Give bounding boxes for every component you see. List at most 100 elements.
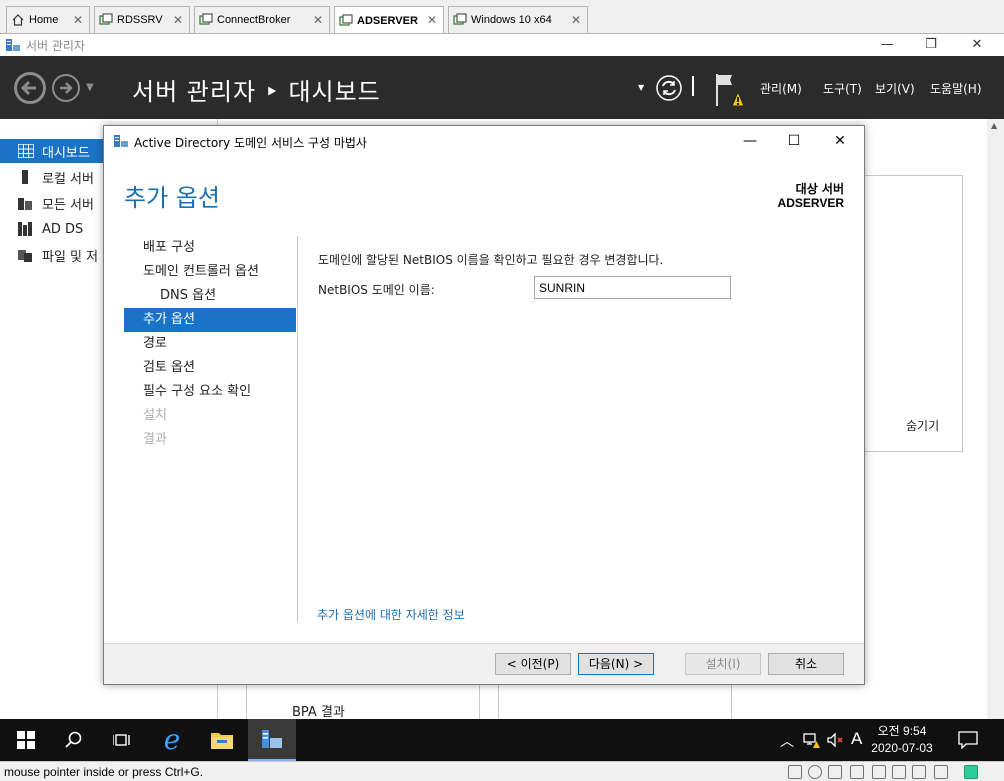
previous-button[interactable]: < 이전(P) (495, 653, 571, 675)
hide-link[interactable]: 숨기기 (906, 417, 939, 434)
netbios-domain-input[interactable] (534, 276, 731, 299)
target-server-value: ADSERVER (777, 196, 844, 210)
refresh-icon[interactable] (655, 74, 683, 105)
wizard-footer: < 이전(P) 다음(N) > 설치(I) 취소 (104, 643, 864, 684)
windows-logo-icon (17, 731, 35, 749)
cdrom-status-icon[interactable] (808, 765, 822, 779)
vertical-scrollbar[interactable]: ▲ (987, 119, 1004, 719)
wizard-step-deployment[interactable]: 배포 구성 (124, 236, 296, 260)
clock[interactable]: 오전 9:54 2020-07-03 (864, 723, 940, 757)
hard-disk-status-icon[interactable] (788, 765, 802, 779)
volume-muted-icon[interactable] (827, 731, 845, 752)
more-info-link[interactable]: 추가 옵션에 대한 자세한 정보 (317, 606, 465, 623)
close-icon[interactable]: ✕ (571, 13, 581, 27)
wizard-close-button[interactable]: ✕ (820, 130, 860, 152)
scroll-up-icon[interactable]: ▲ (991, 121, 997, 130)
vm-tab-connectbroker[interactable]: ConnectBroker ✕ (194, 6, 330, 33)
target-server-label: 대상 서버 (795, 182, 844, 196)
message-status-icon[interactable] (964, 765, 978, 779)
home-icon (11, 13, 25, 27)
nav-item-label: 모든 서버 (42, 197, 94, 213)
start-button[interactable] (2, 719, 50, 761)
vm-tab-adserver[interactable]: ADSERVER ✕ (334, 6, 444, 34)
wizard-app-icon (113, 133, 129, 152)
vm-status-bar: mouse pointer inside or press Ctrl+G. (0, 761, 1004, 781)
menu-manage[interactable]: 관리(M) (760, 80, 802, 97)
server-manager-taskbar-icon[interactable] (248, 719, 296, 761)
wizard-maximize-button[interactable]: ☐ (774, 130, 814, 152)
task-view-icon[interactable] (98, 719, 146, 761)
vm-tab-home[interactable]: Home ✕ (6, 6, 90, 33)
nav-item-label: 파일 및 저 (42, 249, 99, 265)
vm-tab-label: ConnectBroker (217, 14, 291, 26)
close-icon[interactable]: ✕ (427, 13, 437, 27)
vm-tab-windows10[interactable]: Windows 10 x64 ✕ (448, 6, 588, 33)
close-icon[interactable]: ✕ (313, 13, 323, 27)
wizard-step-additional-options[interactable]: 추가 옵션 (124, 308, 296, 332)
tray-chevron-up-icon[interactable]: ︿ (780, 731, 794, 751)
forward-arrow-icon[interactable] (52, 74, 80, 102)
menu-tools[interactable]: 도구(T) (823, 80, 862, 97)
display-status-icon[interactable] (934, 765, 948, 779)
sound-status-icon[interactable] (872, 765, 886, 779)
wizard-description: 도메인에 할당된 NetBIOS 이름을 확인하고 필요한 경우 변경합니다. (318, 253, 664, 267)
wizard-steps-divider (297, 236, 298, 622)
next-button[interactable]: 다음(N) > (578, 653, 654, 675)
file-explorer-icon[interactable] (198, 719, 246, 761)
vm-tab-label: RDSSRV (117, 14, 163, 26)
nav-history-dropdown-icon[interactable]: ▼ (86, 82, 94, 93)
wizard-titlebar: Active Directory 도메인 서비스 구성 마법사 — ☐ ✕ (104, 126, 864, 156)
usb-status-icon[interactable] (892, 765, 906, 779)
vm-tabbar: Home ✕ RDSSRV ✕ ConnectBroker ✕ ADSERVER… (0, 0, 1004, 34)
nav-item-label: 대시보드 (42, 145, 90, 161)
header-separator (692, 76, 694, 96)
restore-button[interactable]: ❐ (908, 34, 954, 56)
install-button: 설치(I) (685, 653, 761, 675)
local-server-icon (18, 170, 32, 184)
printer-status-icon[interactable] (850, 765, 864, 779)
adds-config-wizard: Active Directory 도메인 서비스 구성 마법사 — ☐ ✕ 추가… (103, 125, 865, 685)
search-icon[interactable] (50, 719, 98, 761)
notification-flag-icon[interactable] (714, 72, 746, 111)
vm-icon (453, 13, 467, 27)
all-servers-icon (18, 196, 32, 210)
dropdown-arrow-icon[interactable]: ▼ (638, 83, 644, 92)
vm-status-hint: mouse pointer inside or press Ctrl+G. (4, 765, 204, 779)
menu-help[interactable]: 도움말(H) (930, 80, 982, 97)
wizard-title: Active Directory 도메인 서비스 구성 마법사 (134, 136, 367, 150)
wizard-step-results: 결과 (143, 432, 167, 447)
close-button[interactable]: ✕ (954, 34, 1000, 56)
server-manager-header: ▼ 서버 관리자 ‣ 대시보드 ▼ 관리(M) 도구(T) 보기(V) 도움말(… (0, 56, 1004, 119)
clock-time: 오전 9:54 (877, 724, 927, 738)
nav-item-label: AD DS (42, 221, 84, 237)
wizard-page-heading: 추가 옵션 (124, 184, 220, 212)
close-icon[interactable]: ✕ (73, 13, 83, 27)
internet-explorer-icon[interactable]: e (148, 719, 196, 761)
wizard-step-paths[interactable]: 경로 (124, 332, 296, 356)
network-status-icon[interactable] (828, 765, 842, 779)
network-warning-icon[interactable] (803, 731, 821, 752)
vm-tab-label: ADSERVER (357, 14, 418, 27)
nav-item-label: 로컬 서버 (42, 171, 94, 187)
bpa-results-label: BPA 결과 (292, 705, 345, 720)
server-manager-titlebar: 서버 관리자 — ❐ ✕ (0, 34, 1004, 56)
netbios-domain-label: NetBIOS 도메인 이름: (318, 283, 435, 297)
wizard-step-dc-options[interactable]: 도메인 컨트롤러 옵션 (124, 260, 296, 284)
wizard-step-prereq[interactable]: 필수 구성 요소 확인 (124, 380, 296, 404)
vm-tab-rdssrv[interactable]: RDSSRV ✕ (94, 6, 190, 33)
usb-status-icon[interactable] (912, 765, 926, 779)
input-method-indicator[interactable]: A (851, 729, 862, 749)
menu-view[interactable]: 보기(V) (875, 80, 915, 97)
wizard-step-dns-options[interactable]: DNS 옵션 (124, 284, 296, 308)
adds-icon (18, 222, 32, 236)
back-arrow-icon[interactable] (14, 72, 46, 104)
vm-tab-label: Windows 10 x64 (471, 14, 552, 26)
close-icon[interactable]: ✕ (173, 13, 183, 27)
notifications-icon[interactable] (958, 731, 978, 752)
cancel-button[interactable]: 취소 (768, 653, 844, 675)
wizard-minimize-button[interactable]: — (730, 130, 770, 152)
server-manager-window-title: 서버 관리자 (26, 39, 86, 53)
minimize-button[interactable]: — (864, 34, 910, 56)
wizard-step-review[interactable]: 검토 옵션 (124, 356, 296, 380)
server-manager-app-icon (5, 37, 21, 56)
